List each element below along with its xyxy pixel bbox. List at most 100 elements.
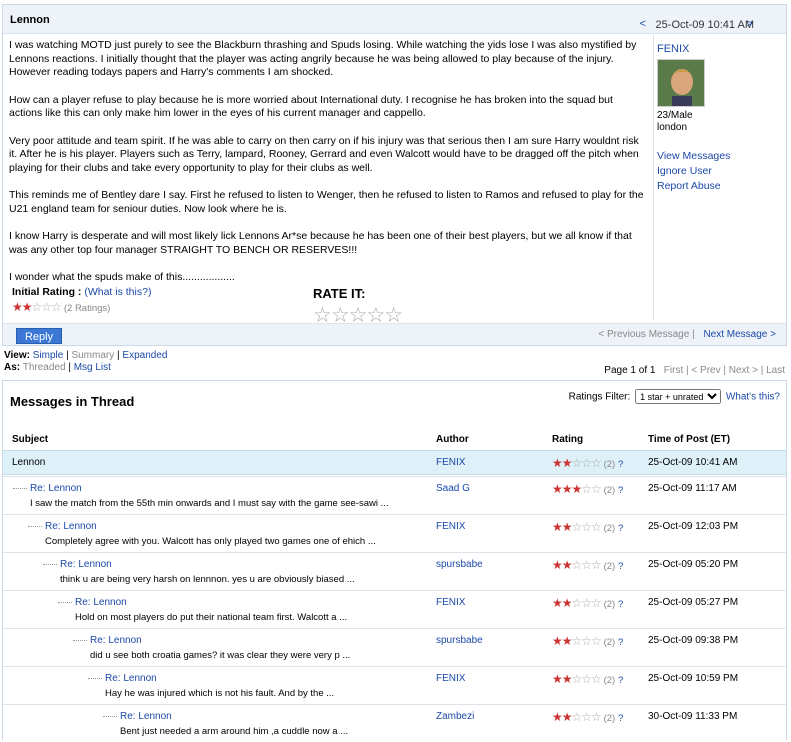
row-author-link[interactable]: FENIX	[436, 521, 465, 532]
previous-message-link[interactable]: < Previous Message	[598, 329, 689, 340]
row-rating-help-link[interactable]: ?	[618, 637, 623, 648]
as-msg-list-link[interactable]: Msg List	[74, 362, 111, 373]
row-subject-link[interactable]: Re: Lennon	[90, 635, 142, 646]
row-subject-link[interactable]: Re: Lennon	[75, 597, 127, 608]
view-simple-link[interactable]: Simple	[33, 350, 64, 361]
row-time: 30-Oct-09 11:33 PM	[648, 711, 738, 722]
avatar-icon	[658, 60, 704, 106]
ignore-user-link[interactable]: Ignore User	[657, 165, 786, 177]
thread-title: Messages in Thread	[10, 394, 135, 409]
thread-row[interactable]: Lennon FENIX ★★☆☆☆ (2) ? 25-Oct-09 10:41 AM	[3, 450, 786, 475]
thread-column-headers: Subject Author Rating Time of Post (ET)	[3, 431, 786, 449]
ratings-filter: Ratings Filter: 1 star + unrated What's …	[569, 389, 780, 404]
message-nav: < Previous Message | Next Message >	[598, 329, 776, 340]
row-rating-stars-icon: ★★☆☆☆	[552, 558, 602, 572]
prev-arrow-icon[interactable]: <	[640, 18, 646, 30]
message-paragraph: I was watching MOTD just purely to see t…	[9, 39, 637, 78]
row-rating-count: (2)	[603, 675, 616, 686]
avatar[interactable]	[657, 59, 705, 107]
thread-tree-line	[103, 716, 117, 717]
row-author-link[interactable]: spursbabe	[436, 559, 483, 570]
thread-row[interactable]: Re: Lennon did u see both croatia games? …	[3, 628, 786, 666]
message-footer: Reply < Previous Message | Next Message …	[3, 323, 786, 345]
row-rating-help-link[interactable]: ?	[618, 675, 623, 686]
row-rating-help-link[interactable]: ?	[618, 561, 623, 572]
row-subject-link[interactable]: Re: Lennon	[45, 521, 97, 532]
row-subject-link[interactable]: Re: Lennon	[105, 673, 157, 684]
thread-row[interactable]: Re: Lennon think u are being very harsh o…	[3, 552, 786, 590]
row-rating-count: (2)	[603, 599, 616, 610]
view-options: View: Simple | Summary | Expanded As: Th…	[4, 350, 168, 373]
what-is-this-link[interactable]: (What is this?)	[84, 286, 151, 298]
message-paragraph: How can a player refuse to play because …	[9, 93, 613, 120]
pager-next-link[interactable]: Next >	[729, 365, 758, 376]
row-rating-stars-icon: ★★☆☆☆	[552, 634, 602, 648]
row-rating: ★★★☆☆ (2) ?	[552, 482, 623, 496]
view-summary-link[interactable]: Summary	[71, 350, 114, 361]
row-rating: ★★☆☆☆ (2) ?	[552, 558, 623, 572]
row-snippet: Hay he was injured which is not his faul…	[105, 688, 335, 699]
report-abuse-link[interactable]: Report Abuse	[657, 180, 786, 192]
row-subject-link[interactable]: Lennon	[12, 457, 45, 468]
row-rating-stars-icon: ★★☆☆☆	[552, 520, 602, 534]
thread-row[interactable]: Re: Lennon Hay he was injured which is no…	[3, 666, 786, 704]
row-author-link[interactable]: FENIX	[436, 673, 465, 684]
thread-row[interactable]: Re: Lennon Hold on most players do put th…	[3, 590, 786, 628]
row-rating-count: (2)	[603, 637, 616, 648]
thread-row[interactable]: Re: Lennon Completely agree with you. Wal…	[3, 514, 786, 552]
row-rating: ★★☆☆☆ (2) ?	[552, 520, 623, 534]
column-author: Author	[436, 434, 469, 445]
nav-separator: |	[692, 329, 695, 340]
rate-it-label: RATE IT:	[313, 286, 366, 301]
pager-prev-link[interactable]: < Prev	[691, 365, 720, 376]
author-meta: 23/Male london	[657, 110, 786, 134]
message-title: Lennon	[10, 14, 50, 26]
rate-it: RATE IT: ☆☆☆☆☆	[313, 286, 403, 328]
row-subject-link[interactable]: Re: Lennon	[30, 483, 82, 494]
row-rating-help-link[interactable]: ?	[618, 713, 623, 724]
row-rating-help-link[interactable]: ?	[618, 523, 623, 534]
thread-row[interactable]: Re: Lennon I saw the match from the 55th …	[3, 476, 786, 514]
next-message-link[interactable]: Next Message >	[703, 329, 776, 340]
row-rating-help-link[interactable]: ?	[618, 459, 623, 470]
as-threaded-link[interactable]: Threaded	[23, 362, 66, 373]
column-rating: Rating	[552, 434, 584, 445]
row-author-link[interactable]: Saad G	[436, 483, 470, 494]
row-author-link[interactable]: FENIX	[436, 597, 465, 608]
row-rating-count: (2)	[603, 713, 616, 724]
pager-last-link[interactable]: Last	[766, 365, 785, 376]
row-rating-count: (2)	[603, 523, 616, 534]
row-author-link[interactable]: spursbabe	[436, 635, 483, 646]
message-paragraph: I wonder what the spuds make of this....…	[9, 271, 235, 283]
thread-row[interactable]: Re: Lennon Bent just needed a arm around …	[3, 704, 786, 742]
reply-button[interactable]: Reply	[16, 328, 62, 344]
rating-count: (2 Ratings)	[63, 303, 111, 314]
row-snippet: I saw the match from the 55th min onward…	[30, 498, 389, 509]
row-time: 25-Oct-09 09:38 PM	[648, 635, 739, 646]
initial-rating-stars-icon: ★★☆☆☆	[12, 300, 62, 314]
author-age-gender: 23/Male	[657, 110, 693, 121]
whats-this-link[interactable]: What's this?	[726, 392, 780, 403]
row-rating-help-link[interactable]: ?	[618, 485, 623, 496]
view-expanded-link[interactable]: Expanded	[122, 350, 167, 361]
row-rating-help-link[interactable]: ?	[618, 599, 623, 610]
row-subject-link[interactable]: Re: Lennon	[60, 559, 112, 570]
row-rating-count: (2)	[603, 561, 616, 572]
next-arrow-icon[interactable]: >	[747, 18, 753, 30]
view-messages-link[interactable]: View Messages	[657, 150, 786, 162]
thread-tree-line	[13, 488, 27, 489]
author-panel: FENIX 23/Male london View Messages Ignor…	[653, 35, 786, 320]
as-label: As:	[4, 362, 21, 373]
author-link[interactable]: FENIX	[657, 43, 786, 55]
row-subject-link[interactable]: Re: Lennon	[120, 711, 172, 722]
row-time: 25-Oct-09 11:17 AM	[648, 483, 737, 494]
row-rating: ★★☆☆☆ (2) ?	[552, 456, 623, 470]
pager-first-link[interactable]: First	[664, 365, 683, 376]
row-time: 25-Oct-09 10:41 AM	[648, 457, 738, 468]
ratings-filter-select[interactable]: 1 star + unrated	[635, 389, 722, 404]
author-location: london	[657, 122, 688, 133]
row-author-link[interactable]: FENIX	[436, 457, 465, 468]
row-time: 25-Oct-09 12:03 PM	[648, 521, 739, 532]
row-rating-count: (2)	[603, 485, 616, 496]
row-author-link[interactable]: Zambezi	[436, 711, 474, 722]
